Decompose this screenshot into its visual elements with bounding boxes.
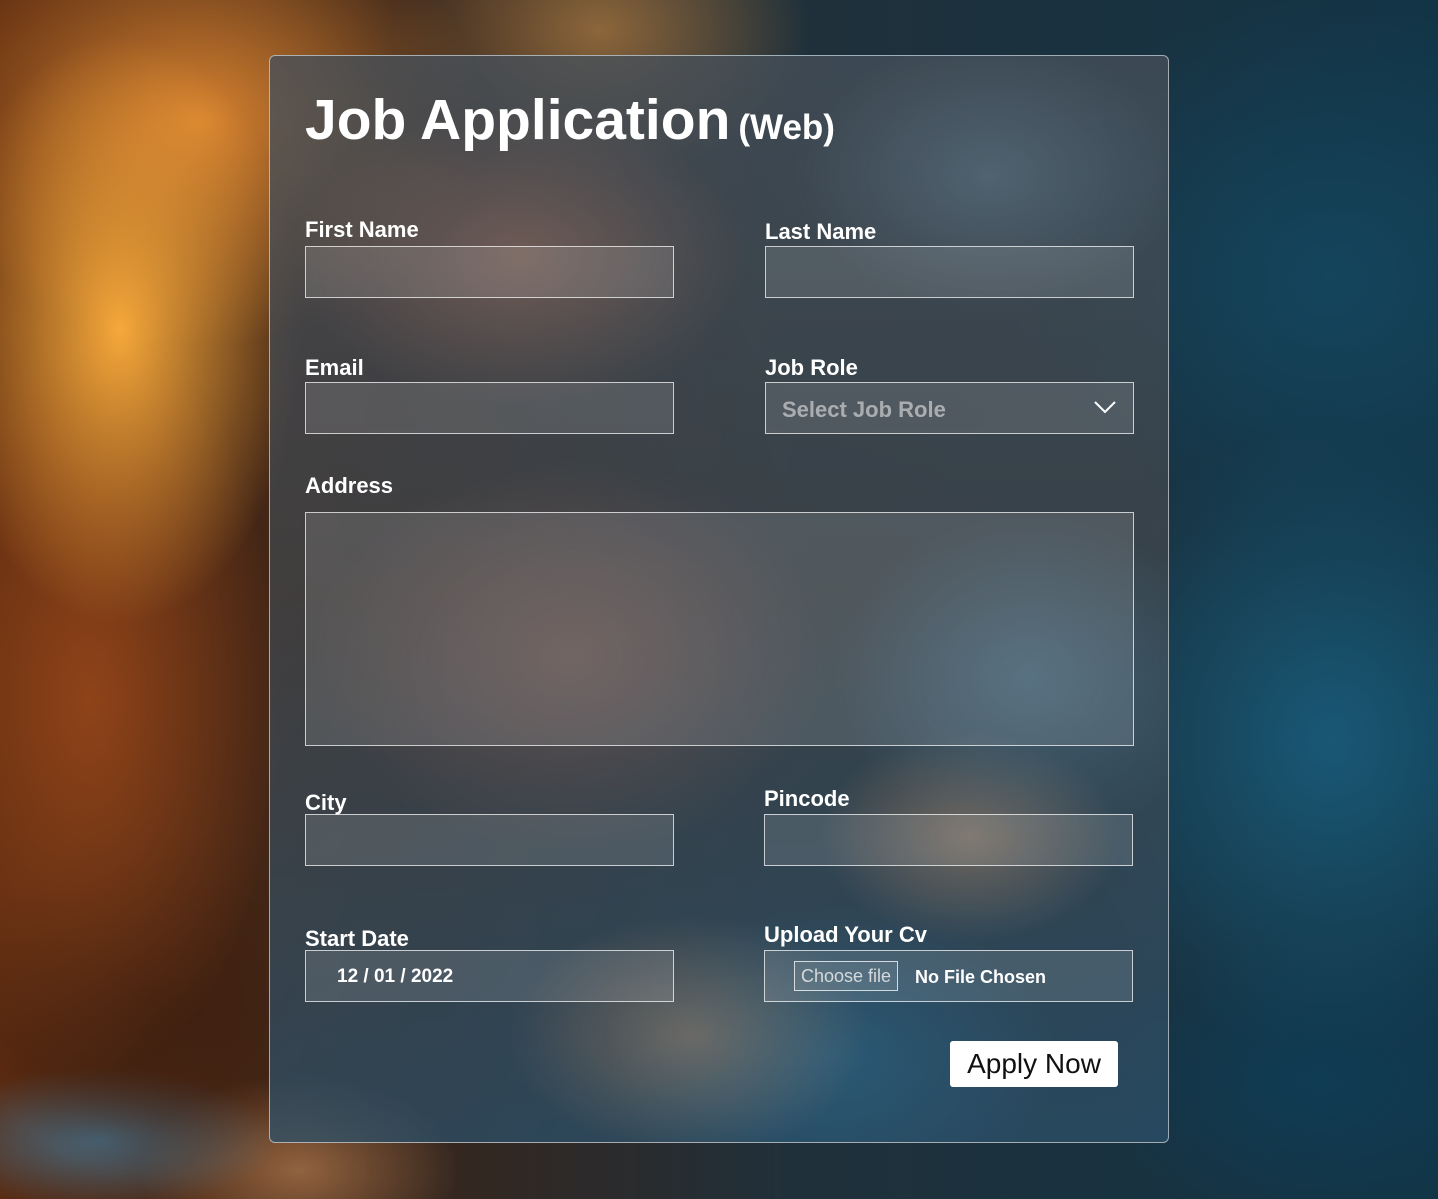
job-role-label: Job Role	[765, 355, 858, 380]
upload-cv-field: Choose file No File Chosen	[764, 950, 1133, 1002]
title-text: Job Application	[305, 88, 731, 152]
first-name-input[interactable]	[305, 246, 674, 298]
choose-file-button[interactable]: Choose file	[794, 961, 899, 991]
chevron-down-icon	[1094, 401, 1116, 414]
address-textarea[interactable]	[305, 512, 1134, 746]
pincode-input[interactable]	[764, 814, 1133, 866]
apply-now-button[interactable]: Apply Now	[950, 1041, 1118, 1087]
first-name-label: First Name	[305, 217, 419, 242]
file-status-text: No File Chosen	[915, 967, 1047, 987]
job-role-placeholder: Select Job Role	[782, 397, 946, 422]
last-name-input[interactable]	[765, 246, 1134, 298]
start-date-value: 12 / 01 / 2022	[337, 966, 454, 987]
start-date-input[interactable]: 12 / 01 / 2022	[305, 950, 674, 1002]
job-application-card: Job Application (Web) First Name Last Nam…	[269, 55, 1169, 1143]
address-label: Address	[305, 473, 394, 498]
title-suffix: (Web)	[738, 108, 835, 147]
city-label: City	[305, 790, 347, 815]
last-name-label: Last Name	[765, 219, 877, 244]
city-input[interactable]	[305, 814, 674, 866]
start-date-label: Start Date	[305, 926, 409, 951]
pincode-label: Pincode	[764, 786, 850, 811]
email-input[interactable]	[305, 382, 674, 434]
job-role-select[interactable]: Select Job Role	[765, 382, 1134, 434]
email-label: Email	[305, 355, 364, 380]
upload-cv-label: Upload Your Cv	[764, 922, 927, 947]
page-title: Job Application (Web)	[305, 92, 835, 149]
